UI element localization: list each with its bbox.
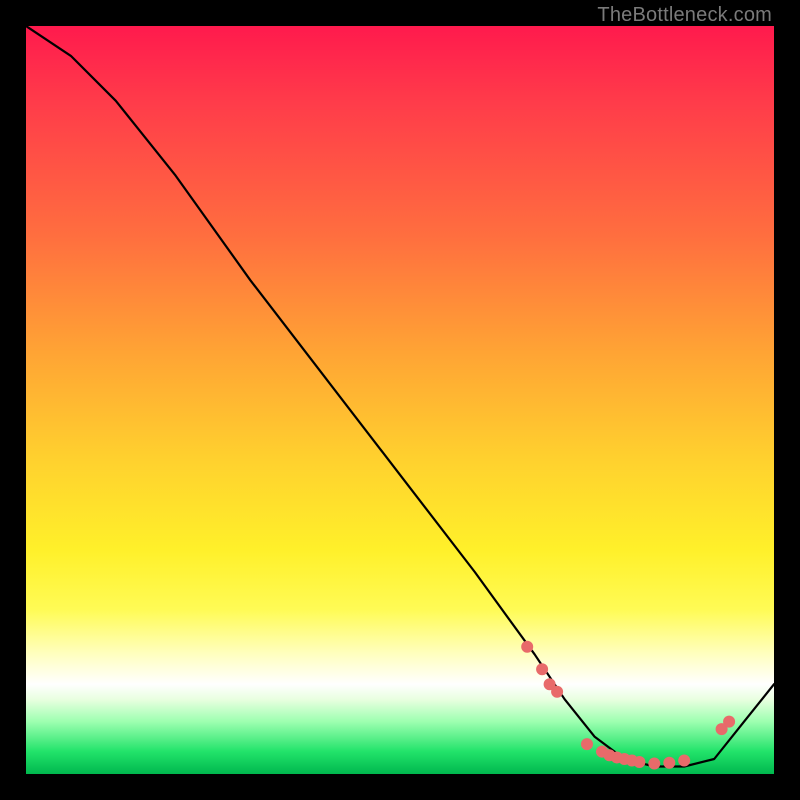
data-point [551,686,563,698]
data-point [678,755,690,767]
chart-frame: TheBottleneck.com [0,0,800,800]
data-point [618,753,630,765]
data-point [536,663,548,675]
data-point [581,738,593,750]
data-point [603,749,615,761]
data-point [663,757,675,769]
data-point [723,716,735,728]
plot-area [26,26,774,774]
data-point [648,758,660,770]
data-point [611,752,623,764]
curve-layer [26,26,774,774]
data-point [544,678,556,690]
data-point [626,755,638,767]
data-point [716,723,728,735]
data-point [596,746,608,758]
data-point [521,641,533,653]
bottleneck-curve [26,26,774,767]
data-point [633,756,645,768]
data-points [521,641,735,770]
watermark-text: TheBottleneck.com [597,4,772,27]
